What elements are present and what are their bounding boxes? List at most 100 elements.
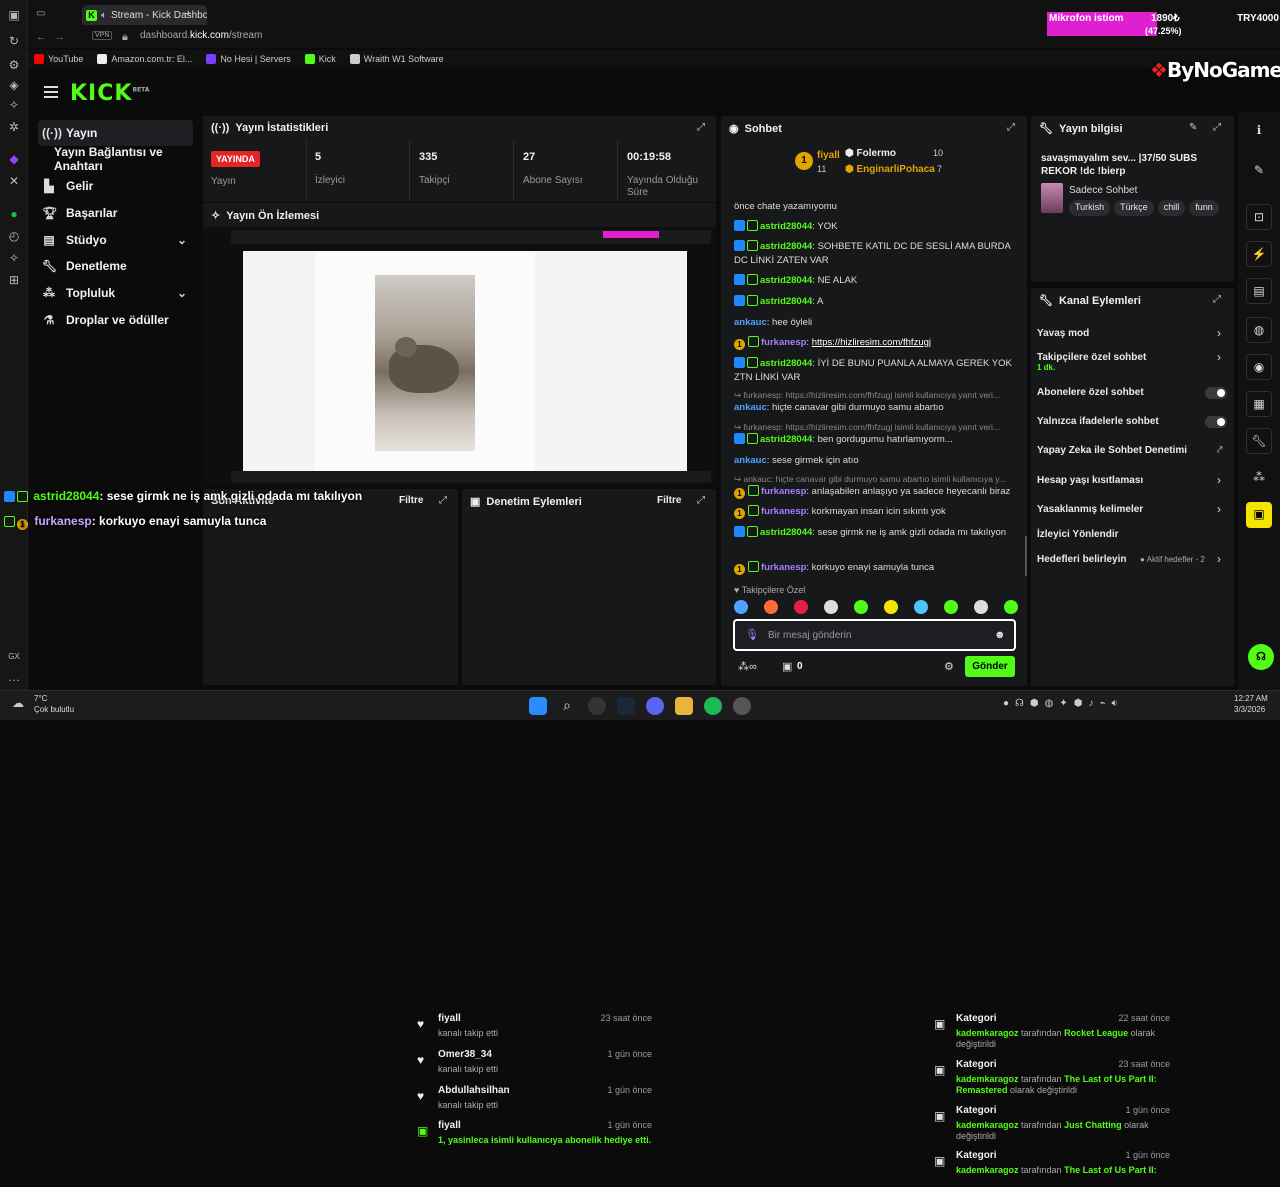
channel-action[interactable]: İzleyici Yönlendir — [1037, 529, 1227, 540]
star-icon[interactable]: ✲ — [7, 120, 21, 134]
chevron-down-icon[interactable]: ⌄ — [177, 286, 187, 300]
tag[interactable]: funn — [1189, 200, 1219, 216]
folder-icon[interactable] — [675, 697, 693, 715]
emote-icon[interactable] — [824, 600, 838, 614]
edit-icon[interactable]: ✎ — [1189, 122, 1197, 133]
expand-icon[interactable]: ⤢ — [697, 495, 705, 506]
x-icon[interactable]: ✕ — [7, 174, 21, 188]
tag[interactable]: Turkish — [1069, 200, 1111, 216]
stream-preview[interactable] — [203, 227, 716, 485]
mod-user[interactable]: kademkaragoz — [956, 1165, 1019, 1175]
steam-icon[interactable] — [617, 697, 635, 715]
nav-item[interactable]: ▙ Gelir — [38, 173, 193, 199]
bookmark-nohesi[interactable]: No Hesi | Servers — [206, 54, 291, 64]
send-button[interactable]: Gönder — [965, 656, 1015, 677]
external-link-icon[interactable]: ⤤ — [1217, 445, 1223, 456]
chat-settings-icon[interactable]: ⚙ — [944, 660, 954, 673]
clock-icon[interactable]: ◴ — [7, 229, 21, 243]
chat-username[interactable]: astrid28044 — [760, 434, 812, 445]
chat-username[interactable]: astrid28044 — [760, 527, 812, 538]
chat-username[interactable]: ankauc — [734, 402, 767, 413]
leader-name[interactable]: fiyall — [817, 150, 840, 161]
channel-action[interactable]: Abonelere özel sohbet — [1037, 387, 1227, 398]
chat-username[interactable]: furkanesp — [761, 486, 806, 497]
expand-icon[interactable]: ⤢ — [439, 495, 447, 506]
nav-item[interactable]: ⁂ Topluluk ⌄ — [38, 280, 193, 306]
bot-icon[interactable]: ✧ — [7, 98, 21, 112]
emote-icon[interactable] — [944, 600, 958, 614]
chevron-right-icon[interactable]: › — [1217, 473, 1221, 487]
opera-icon[interactable] — [588, 697, 606, 715]
layout-icon[interactable]: ▦ — [1246, 391, 1272, 417]
discord-icon[interactable] — [646, 697, 664, 715]
mod-filter-button[interactable]: Filtre — [657, 495, 681, 506]
recent-filter-button[interactable]: Filtre — [399, 495, 423, 506]
community-icon[interactable]: ⁂∞ — [738, 660, 757, 673]
back-icon[interactable]: ← — [36, 31, 47, 43]
chevron-right-icon[interactable]: › — [1217, 350, 1221, 364]
emote-icon[interactable] — [854, 600, 868, 614]
gx-icon[interactable]: GX — [7, 650, 21, 664]
support-icon[interactable]: ☊ — [1248, 644, 1274, 670]
compass-icon[interactable]: ◈ — [7, 78, 21, 92]
channel-action[interactable]: Takipçilere özel sohbet 1 dk. — [1037, 352, 1227, 372]
chat-username[interactable]: ankauc — [734, 455, 767, 466]
more-icon[interactable]: … — [7, 670, 21, 684]
app-icon[interactable] — [733, 697, 751, 715]
window-icon[interactable]: ▣ — [7, 8, 21, 22]
nav-item[interactable]: ((·)) Yayın — [38, 120, 193, 146]
emote-icon[interactable] — [734, 600, 748, 614]
bookmark-youtube[interactable]: YouTube — [34, 54, 83, 64]
refresh-icon[interactable]: ↻ — [7, 34, 21, 48]
chevron-right-icon[interactable]: › — [1217, 552, 1221, 566]
channel-action[interactable]: Yalnızca ifadelerle sohbet — [1037, 416, 1227, 427]
chat-username[interactable]: astrid28044 — [760, 221, 812, 232]
emote-icon[interactable] — [764, 600, 778, 614]
document-icon[interactable]: ▤ — [1246, 278, 1272, 304]
broadcast-icon[interactable]: ◉ — [1246, 354, 1272, 380]
nav-item[interactable]: 🏆︎ Başarılar — [38, 200, 193, 226]
info-icon[interactable]: ℹ — [1246, 118, 1272, 144]
tag[interactable]: Türkçe — [1114, 200, 1154, 216]
mod-user[interactable]: kademkaragoz — [956, 1028, 1019, 1038]
chevron-right-icon[interactable]: › — [1217, 502, 1221, 516]
bookmark-kick[interactable]: Kick — [304, 54, 336, 64]
chat-username[interactable]: furkanesp — [761, 506, 806, 517]
channel-action[interactable]: Hedefleri belirleyin ● Aktif hedefler - 2 — [1037, 554, 1227, 565]
bookmark-amazon[interactable]: Amazon.com.tr: El... — [97, 54, 192, 64]
chat-username[interactable]: astrid28044 — [760, 358, 812, 369]
expand-icon[interactable]: ⤢ — [1007, 122, 1015, 133]
channel-action[interactable]: Yavaş mod — [1037, 328, 1227, 339]
chat-username[interactable]: astrid28044 — [760, 275, 812, 286]
tools-icon[interactable]: 🔧︎ — [1246, 428, 1272, 454]
bot2-icon[interactable]: ✧ — [7, 251, 21, 265]
spotify-icon[interactable]: ● — [7, 207, 21, 221]
emote-icon[interactable] — [914, 600, 928, 614]
channel-action[interactable]: Hesap yaşı kısıtlaması — [1037, 475, 1227, 486]
new-tab-icon[interactable]: + — [185, 8, 191, 20]
twitch-icon[interactable]: ◆ — [7, 152, 21, 166]
forward-icon[interactable]: → — [54, 31, 65, 43]
chat-username[interactable]: astrid28044 — [760, 241, 812, 252]
chat-username[interactable]: ankauc — [734, 317, 767, 328]
emote-icon[interactable] — [884, 600, 898, 614]
mod-user[interactable]: kademkaragoz — [956, 1074, 1019, 1084]
tag[interactable]: chill — [1157, 200, 1186, 216]
expand-icon[interactable]: ⤢ — [1213, 294, 1221, 305]
vpn-badge[interactable]: VPN — [92, 31, 113, 40]
chat-username[interactable]: astrid28044 — [760, 296, 812, 307]
weather-icon[interactable]: ☁ — [12, 696, 24, 710]
chat-bubble-icon[interactable]: ◍ — [1246, 317, 1272, 343]
nav-item[interactable]: ⚗ Droplar ve ödüller — [38, 307, 193, 333]
emoji-icon[interactable]: ☻ — [994, 629, 1006, 641]
toggle-switch[interactable] — [1205, 387, 1227, 399]
tabs-icon[interactable]: ▭ — [36, 8, 45, 19]
channel-action[interactable]: Yasaklanmış kelimeler — [1037, 504, 1227, 515]
leader-3[interactable]: ⬢ EnginarliPohaca — [845, 164, 935, 175]
spotify-icon[interactable] — [704, 697, 722, 715]
gift-icon[interactable]: ▣ — [1246, 502, 1272, 528]
emote-icon[interactable] — [794, 600, 808, 614]
emote-icon[interactable] — [1004, 600, 1018, 614]
channel-action[interactable]: Yapay Zeka ile Sohbet Denetimi — [1037, 445, 1227, 456]
reply-preview[interactable]: ↪ furkanesp: https://hizliresim.com/fhfz… — [734, 421, 1018, 433]
